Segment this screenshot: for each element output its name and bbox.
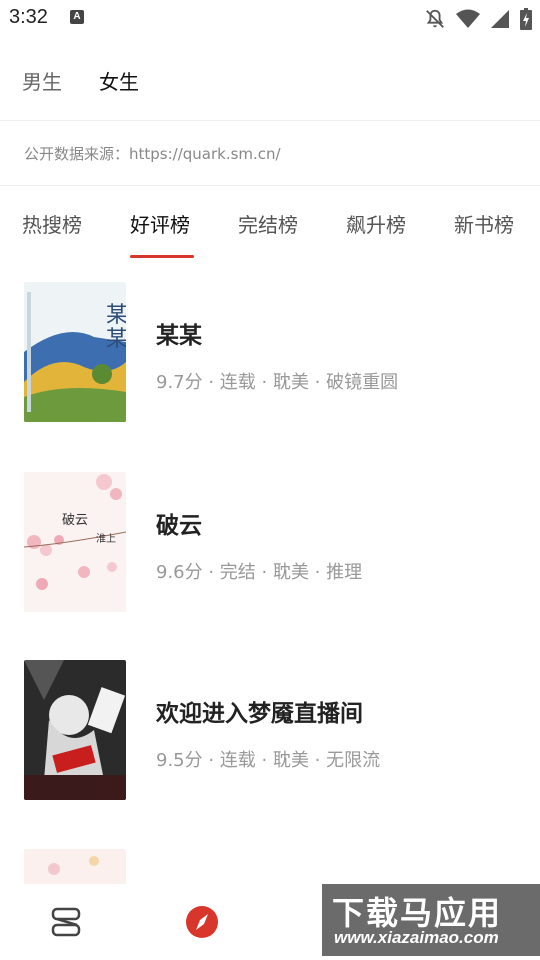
book-cover[interactable] bbox=[24, 660, 126, 800]
svg-text:某: 某 bbox=[106, 303, 126, 328]
battery-icon bbox=[520, 8, 532, 30]
compass-icon bbox=[186, 906, 218, 938]
watermark-url: www.xiazaimao.com bbox=[334, 928, 499, 947]
watermark: 下载马应用 www.xiazaimao.com bbox=[322, 884, 540, 956]
book-cover[interactable]: 破云 淮上 bbox=[24, 472, 126, 612]
status-time: 3:32 bbox=[9, 6, 48, 28]
book-title[interactable]: 欢迎进入梦魇直播间 bbox=[156, 694, 363, 728]
active-tab-indicator bbox=[130, 255, 194, 258]
tab-female[interactable]: 女生 bbox=[99, 66, 139, 95]
book-item[interactable]: 破云 淮上 破云 9.6分 · 完结 · 耽美 · 推理 bbox=[0, 472, 540, 622]
tab-male[interactable]: 男生 bbox=[22, 66, 62, 95]
notification-app-icon: A bbox=[70, 10, 84, 24]
book-meta: 9.7分 · 连载 · 耽美 · 破镜重圆 bbox=[156, 372, 399, 393]
cover-title-text: 破云 bbox=[62, 513, 88, 528]
book-cover[interactable]: 某 某 bbox=[24, 282, 126, 422]
book-meta: 9.5分 · 连载 · 耽美 · 无限流 bbox=[156, 750, 381, 771]
tab-rising[interactable]: 飙升榜 bbox=[346, 209, 406, 238]
book-meta: 9.6分 · 完结 · 耽美 · 推理 bbox=[156, 562, 363, 583]
wifi-icon bbox=[456, 9, 480, 28]
bell-off-icon bbox=[426, 9, 444, 28]
status-bar: 3:32 A bbox=[0, 0, 540, 38]
status-icons bbox=[424, 7, 532, 31]
gender-tabs: 男生 女生 bbox=[0, 56, 540, 100]
book-title[interactable]: 某某 bbox=[156, 316, 202, 350]
tab-top-rated[interactable]: 好评榜 bbox=[130, 209, 190, 238]
nav-discover[interactable] bbox=[182, 902, 222, 942]
tab-completed[interactable]: 完结榜 bbox=[238, 209, 298, 238]
svg-text:某: 某 bbox=[106, 327, 126, 352]
divider bbox=[0, 185, 540, 186]
book-title[interactable]: 破云 bbox=[156, 506, 202, 540]
data-source-text: 公开数据来源：https://quark.sm.cn/ bbox=[24, 145, 281, 163]
nav-bookshelf[interactable] bbox=[47, 902, 87, 942]
book-item[interactable]: 某 某 某某 9.7分 · 连载 · 耽美 · 破镜重圆 bbox=[0, 282, 540, 432]
bookshelf-icon bbox=[51, 907, 81, 937]
rank-tabs: 热搜榜 好评榜 完结榜 飙升榜 新书榜 bbox=[0, 200, 540, 260]
tab-hot-search[interactable]: 热搜榜 bbox=[22, 209, 82, 238]
book-cover[interactable] bbox=[24, 849, 126, 884]
book-item[interactable]: 欢迎进入梦魇直播间 9.5分 · 连载 · 耽美 · 无限流 bbox=[0, 660, 540, 810]
signal-icon bbox=[491, 10, 509, 28]
divider bbox=[0, 120, 540, 121]
cover-author-text: 淮上 bbox=[96, 533, 116, 545]
tab-new-books[interactable]: 新书榜 bbox=[454, 209, 514, 238]
